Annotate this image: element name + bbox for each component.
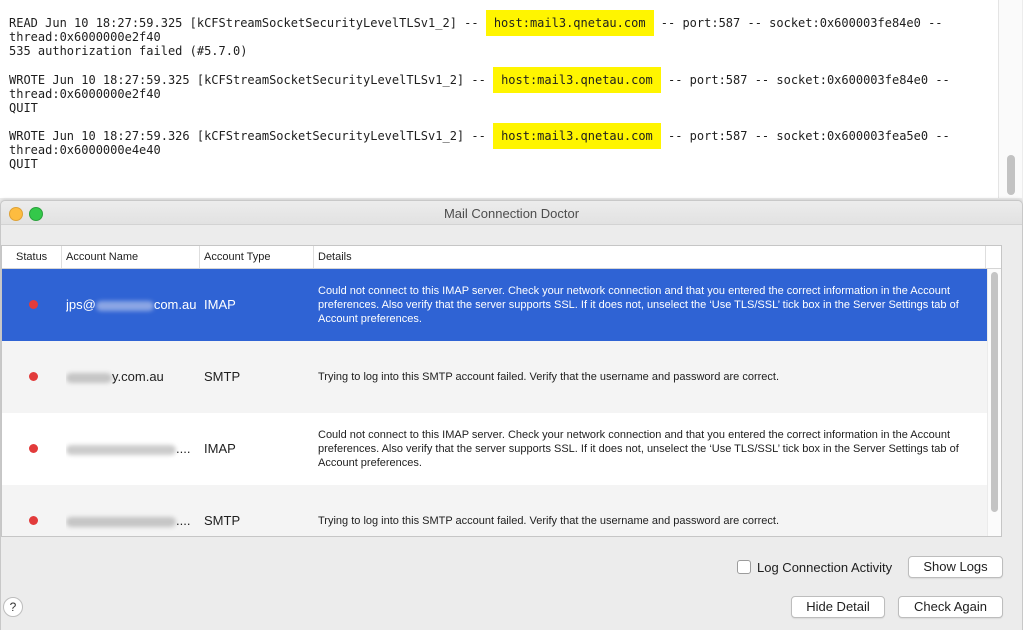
redacted-text (95, 300, 154, 311)
table-row[interactable]: jps@ com.au IMAP Could not connect to thi… (2, 269, 987, 341)
account-type-cell: IMAP (204, 441, 236, 456)
table-scroll-thumb[interactable] (991, 272, 998, 512)
details-cell: Could not connect to this IMAP server. C… (318, 429, 959, 469)
log-entry: READ Jun 10 18:27:59.325 [kCFStreamSocke… (9, 10, 943, 58)
host-highlight: host:mail3.qnetau.com (493, 67, 661, 93)
status-error-icon (29, 516, 38, 525)
table-header: Status Account Name Account Type Details (2, 246, 1001, 269)
account-name-cell: y.com.au (66, 341, 196, 413)
account-name-cell: .... (66, 413, 196, 485)
log-scrollbar[interactable] (998, 0, 1022, 198)
table-row[interactable]: .... IMAP Could not connect to this IMAP… (2, 413, 987, 485)
column-header-account-name[interactable]: Account Name (62, 246, 200, 268)
redacted-text (66, 372, 112, 383)
show-logs-button[interactable]: Show Logs (908, 556, 1003, 578)
account-type-cell: IMAP (204, 297, 236, 312)
log-connection-activity-label[interactable]: Log Connection Activity (757, 560, 892, 575)
log-connection-activity-checkbox[interactable] (737, 560, 751, 574)
log-console: READ Jun 10 18:27:59.325 [kCFStreamSocke… (0, 0, 999, 198)
column-header-details[interactable]: Details (314, 246, 986, 268)
log-entry: WROTE Jun 10 18:27:59.326 [kCFStreamSock… (9, 123, 950, 171)
status-error-icon (29, 300, 38, 309)
log-connection-activity-option[interactable]: Log Connection Activity (737, 558, 892, 576)
account-name-cell: .... (66, 485, 196, 536)
table-row[interactable]: .... SMTP Trying to log into this SMTP a… (2, 485, 987, 536)
column-header-account-type[interactable]: Account Type (200, 246, 314, 268)
account-type-cell: SMTP (204, 369, 241, 384)
check-again-button[interactable]: Check Again (898, 596, 1003, 618)
details-cell: Trying to log into this SMTP account fai… (318, 371, 780, 383)
help-button[interactable]: ? (3, 597, 23, 617)
title-bar: Mail Connection Doctor (1, 201, 1022, 225)
host-highlight: host:mail3.qnetau.com (485, 10, 654, 36)
mail-connection-doctor-window: Mail Connection Doctor Status Account Na… (0, 200, 1023, 630)
details-cell: Trying to log into this SMTP account fai… (318, 515, 780, 527)
accounts-table: Status Account Name Account Type Details… (1, 245, 1002, 537)
host-highlight: host:mail3.qnetau.com (493, 123, 661, 149)
window-title: Mail Connection Doctor (443, 206, 580, 221)
details-cell: Could not connect to this IMAP server. C… (318, 285, 959, 325)
redacted-text (66, 444, 176, 455)
table-row[interactable]: y.com.au SMTP Trying to log into this SM… (2, 341, 987, 413)
status-error-icon (29, 444, 38, 453)
column-header-status[interactable]: Status (2, 246, 62, 268)
account-name-cell: jps@ com.au (66, 297, 196, 312)
status-error-icon (29, 372, 38, 381)
log-entry: WROTE Jun 10 18:27:59.325 [kCFStreamSock… (9, 67, 950, 115)
table-scrollbar[interactable] (987, 269, 1001, 536)
hide-detail-button[interactable]: Hide Detail (791, 596, 885, 618)
account-type-cell: SMTP (204, 513, 241, 528)
redacted-text (66, 516, 176, 527)
log-scroll-thumb[interactable] (1007, 155, 1015, 195)
